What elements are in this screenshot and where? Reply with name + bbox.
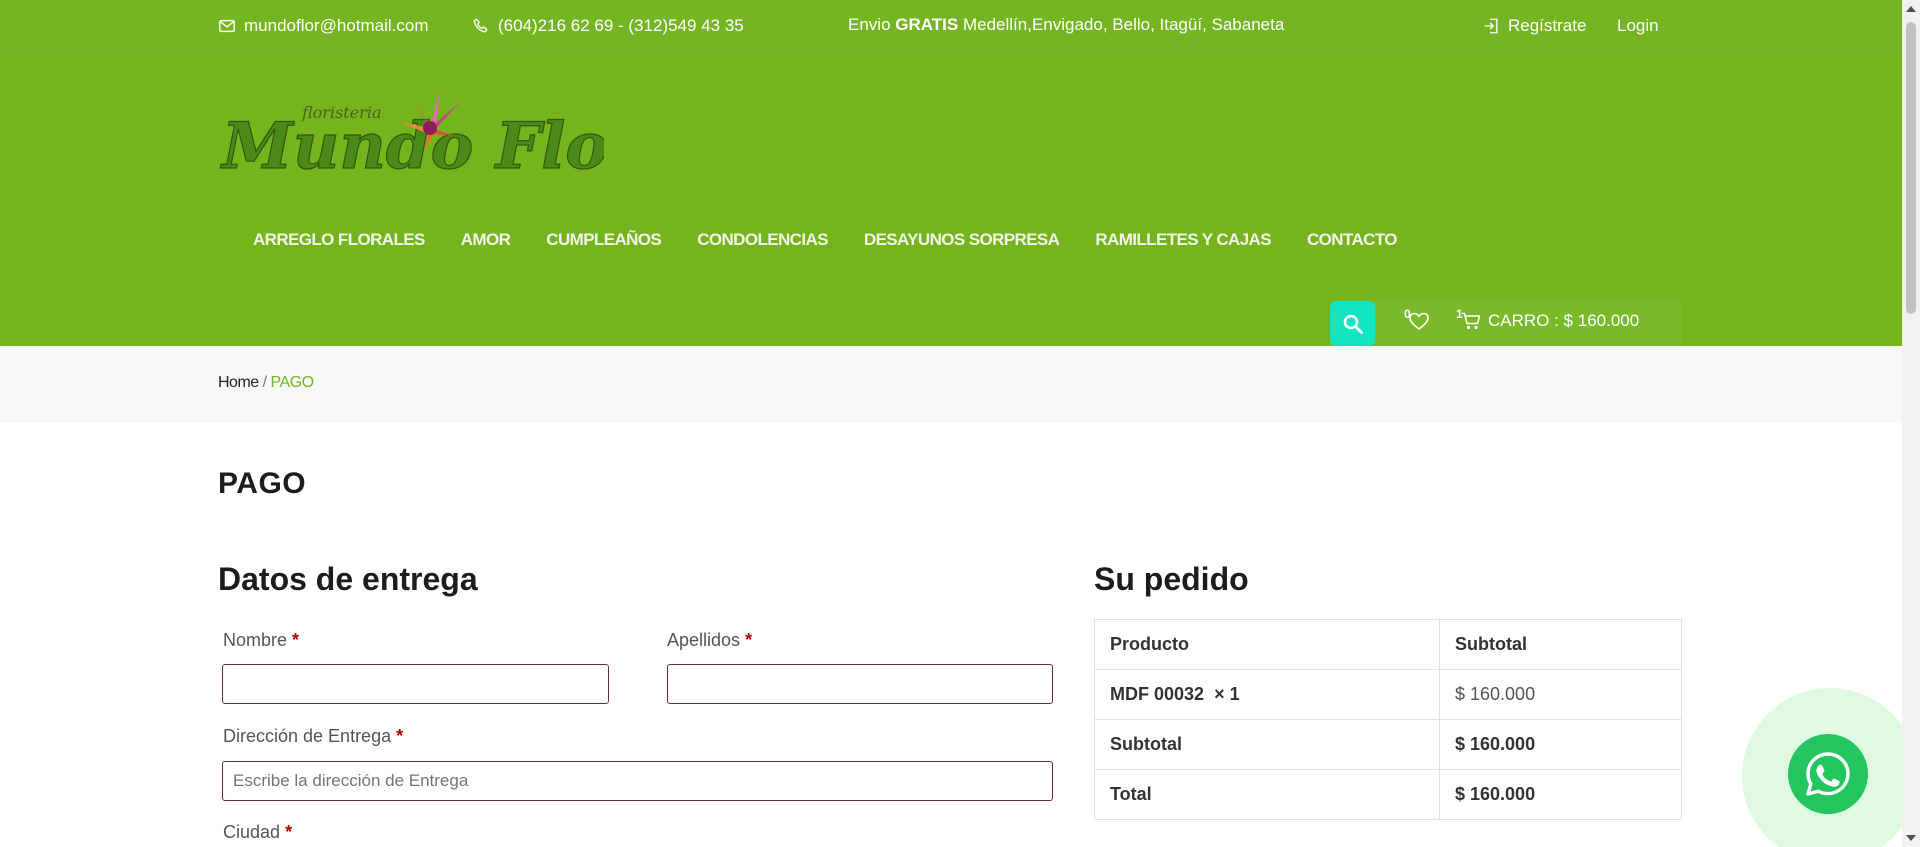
nav-amor[interactable]: AMOR xyxy=(461,230,511,250)
order-item-name: MDF 00032 xyxy=(1110,684,1205,704)
required-mark: * xyxy=(285,822,293,842)
subtotal-value: $ 160.000 xyxy=(1439,719,1682,770)
vertical-scrollbar[interactable] xyxy=(1902,0,1920,847)
direccion-input[interactable] xyxy=(222,761,1053,801)
breadcrumb-separator: / xyxy=(258,374,271,391)
phone-link[interactable]: (604)216 62 69 - (312)549 43 35 xyxy=(472,16,744,36)
header-subtotal: Subtotal xyxy=(1439,619,1682,670)
breadcrumb-current: PAGO xyxy=(270,374,315,391)
phone-text: (604)216 62 69 - (312)549 43 35 xyxy=(498,16,744,35)
order-summary-table: Producto Subtotal MDF 00032 × 1 $ 160.00… xyxy=(1094,619,1682,820)
total-value: $ 160.000 xyxy=(1439,769,1682,820)
login-label: Login xyxy=(1617,16,1659,35)
ciudad-label: Ciudad * xyxy=(223,822,292,843)
scrollbar-thumb[interactable] xyxy=(1906,22,1916,314)
nav-desayunos-sorpresa[interactable]: DESAYUNOS SORPRESA xyxy=(864,230,1060,250)
phone-icon xyxy=(473,18,488,33)
required-mark: * xyxy=(745,630,753,650)
apellidos-label-text: Apellidos xyxy=(667,630,741,650)
ciudad-label-text: Ciudad xyxy=(223,822,281,842)
logo-brand-text: Mundo Flor xyxy=(220,109,604,184)
main-nav: ARREGLO FLORALES AMOR CUMPLEAÑOS CONDOLE… xyxy=(253,230,1433,250)
subtotal-label: Subtotal xyxy=(1094,719,1440,770)
cart-icon xyxy=(1461,312,1481,330)
login-link[interactable]: Login xyxy=(1617,16,1659,36)
table-row: Total $ 160.000 xyxy=(1094,769,1682,820)
nav-ramilletes-y-cajas[interactable]: RAMILLETES Y CAJAS xyxy=(1095,230,1271,250)
nav-cumpleanos[interactable]: CUMPLEAÑOS xyxy=(546,230,662,250)
direccion-label-text: Dirección de Entrega xyxy=(223,726,392,746)
cart-button[interactable]: 1 CARRO : $ 160.000 xyxy=(1456,307,1640,331)
site-header: floristeria Mundo Flor ARREGLO FLORALES … xyxy=(0,54,1902,346)
direccion-label: Dirección de Entrega * xyxy=(223,726,403,747)
order-section-title: Su pedido xyxy=(1094,561,1249,597)
order-item-cell: MDF 00032 × 1 xyxy=(1094,669,1440,720)
register-link[interactable]: Regístrate xyxy=(1482,16,1586,36)
nav-contacto[interactable]: CONTACTO xyxy=(1307,230,1398,250)
required-mark: * xyxy=(396,726,404,746)
wishlist-count: 0 xyxy=(1404,307,1411,321)
order-item-price: $ 160.000 xyxy=(1439,669,1682,720)
required-mark: * xyxy=(292,630,300,650)
search-button[interactable] xyxy=(1330,301,1375,346)
heart-icon xyxy=(1409,312,1429,331)
nav-condolencias[interactable]: CONDOLENCIAS xyxy=(697,230,828,250)
header-tools: 0 1 CARRO : $ 160.000 xyxy=(1330,301,1682,346)
nav-arreglo-florales[interactable]: ARREGLO FLORALES xyxy=(253,230,425,250)
free-shipping-notice: Envio GRATIS Medellín,Envigado, Bello, I… xyxy=(848,15,1284,35)
nombre-label: Nombre * xyxy=(223,630,299,651)
top-bar: mundoflor@hotmail.com (604)216 62 69 - (… xyxy=(0,0,1902,54)
shipping-bold: GRATIS xyxy=(895,15,959,34)
nombre-label-text: Nombre xyxy=(223,630,288,650)
shipping-prefix: Envio xyxy=(848,15,891,34)
mundoflor-logo[interactable]: floristeria Mundo Flor xyxy=(218,84,604,196)
breadcrumb: Home / PAGO xyxy=(0,346,1902,423)
register-label: Regístrate xyxy=(1508,16,1587,35)
apellidos-input[interactable] xyxy=(667,664,1053,704)
cart-count: 1 xyxy=(1456,307,1463,321)
scroll-up-arrow-icon[interactable] xyxy=(1906,6,1916,12)
table-row: MDF 00032 × 1 $ 160.000 xyxy=(1094,669,1682,720)
apellidos-label: Apellidos * xyxy=(667,630,752,651)
header-producto: Producto xyxy=(1094,619,1440,670)
sign-in-icon xyxy=(1484,18,1498,34)
breadcrumb-home[interactable]: Home xyxy=(218,374,259,391)
whatsapp-button[interactable] xyxy=(1788,734,1868,814)
delivery-section-title: Datos de entrega xyxy=(218,561,478,597)
mail-icon xyxy=(219,19,235,33)
cart-total-label: CARRO : $ 160.000 xyxy=(1488,311,1640,330)
total-label: Total xyxy=(1094,769,1440,820)
shipping-cities: Medellín,Envigado, Bello, Itagüí, Sabane… xyxy=(962,15,1285,34)
email-text: mundoflor@hotmail.com xyxy=(244,16,429,35)
search-icon xyxy=(1343,314,1363,334)
table-header-row: Producto Subtotal xyxy=(1094,619,1682,670)
whatsapp-icon xyxy=(1806,752,1850,796)
scroll-down-arrow-icon[interactable] xyxy=(1906,835,1916,841)
wishlist-button[interactable]: 0 xyxy=(1404,307,1430,336)
nombre-input[interactable] xyxy=(222,664,609,704)
table-row: Subtotal $ 160.000 xyxy=(1094,719,1682,770)
email-link[interactable]: mundoflor@hotmail.com xyxy=(218,16,429,36)
order-item-qty: × 1 xyxy=(1214,684,1240,704)
page-title: PAGO xyxy=(218,467,307,500)
